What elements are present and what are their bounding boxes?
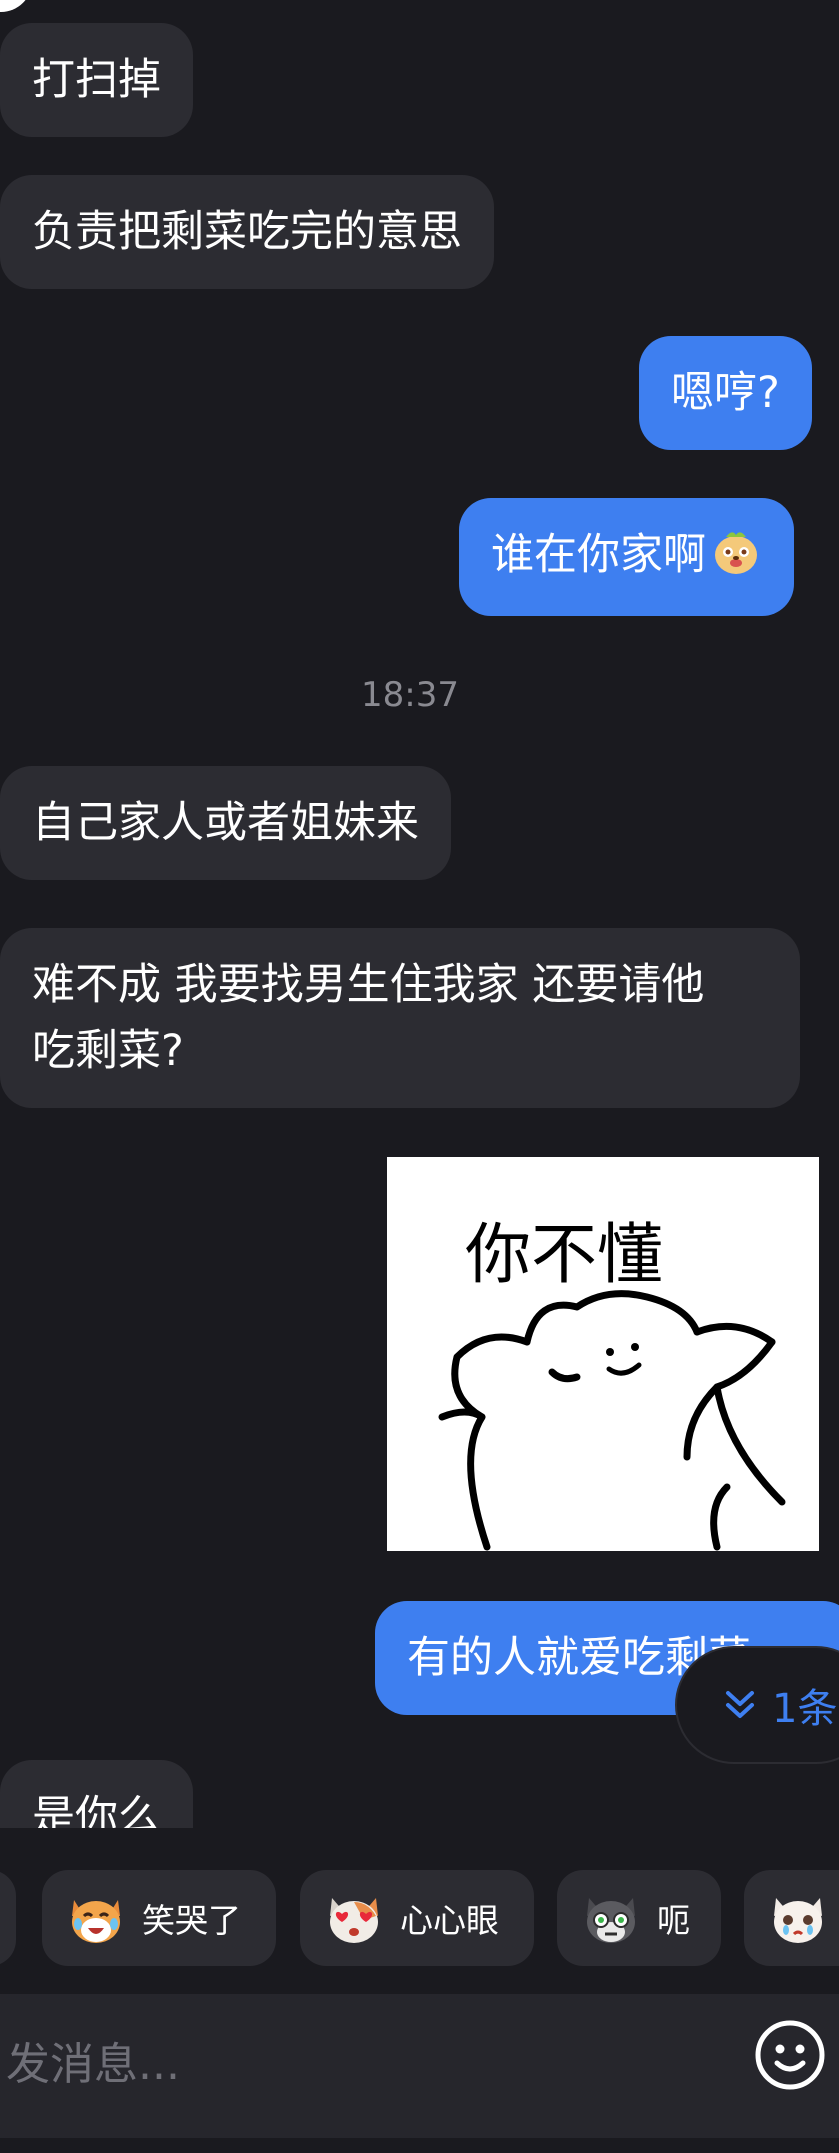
- quick-reply-chip[interactable]: 心心眼: [300, 1870, 534, 1966]
- laughing-crying-dog-icon: [72, 1900, 120, 1943]
- message-input[interactable]: 发消息...: [6, 2028, 180, 2092]
- quick-reply-label: 呃: [657, 1901, 690, 1940]
- message-text: 打扫掉: [32, 55, 161, 105]
- quick-reply-label: 笑哭了: [142, 1901, 241, 1940]
- message-clip-area: 是你么: [0, 1758, 839, 1828]
- message-bubble-incoming[interactable]: 负责把剩菜吃完的意思: [0, 175, 494, 289]
- quick-reply-chip[interactable]: [744, 1870, 839, 1966]
- avatar[interactable]: [0, 0, 32, 12]
- quick-reply-label: 心心眼: [400, 1901, 499, 1940]
- message-text: 嗯哼?: [671, 368, 780, 418]
- emoji-smile-icon[interactable]: [753, 2018, 827, 2092]
- message-bubble-incoming[interactable]: 打扫掉: [0, 23, 193, 137]
- chat-screen: 打扫掉 负责把剩菜吃完的意思 嗯哼? 谁在你家啊 18:37 自己家人或者姐妹来…: [0, 0, 839, 2153]
- message-bubble-outgoing[interactable]: 谁在你家啊: [459, 498, 794, 616]
- crying-cat-icon: [774, 1898, 822, 1943]
- new-messages-count: 1条: [772, 1686, 838, 1732]
- message-text-line: 难不成 我要找男生住我家 还要请他: [32, 960, 705, 1010]
- stunned-cat-icon: [587, 1898, 635, 1943]
- message-bubble-incoming[interactable]: 自己家人或者姐妹来: [0, 766, 451, 880]
- new-messages-jump-button[interactable]: 1条: [675, 1646, 839, 1764]
- message-text: 自己家人或者姐妹来: [32, 798, 419, 848]
- message-text: 谁在你家啊: [491, 530, 706, 580]
- sticker-caption: 你不懂: [465, 1216, 663, 1293]
- timestamp: 18:37: [361, 675, 459, 715]
- quick-reply-chip[interactable]: [0, 1870, 16, 1966]
- message-text: 负责把剩菜吃完的意思: [32, 207, 462, 257]
- heart-eyes-cat-icon: [330, 1898, 378, 1943]
- double-chevron-down-icon: [726, 1691, 754, 1718]
- puppy-face-emoji-icon: [715, 532, 757, 574]
- message-bubble-incoming[interactable]: 是你么: [0, 1760, 193, 1828]
- message-bubble-incoming[interactable]: 难不成 我要找男生住我家 还要请他 吃剩菜?: [0, 928, 800, 1108]
- message-text: 是你么: [32, 1792, 161, 1828]
- message-text-line: 吃剩菜?: [32, 1026, 184, 1076]
- quick-reply-bar: 笑哭了 心心眼 呃: [0, 1828, 839, 1988]
- quick-reply-chip[interactable]: 呃: [557, 1870, 721, 1966]
- quick-reply-chip[interactable]: 笑哭了: [42, 1870, 276, 1966]
- message-bubble-outgoing[interactable]: 嗯哼?: [639, 336, 812, 450]
- message-input-bar: 发消息...: [0, 1994, 839, 2138]
- sticker-cat-image: 你不懂: [438, 1216, 786, 1551]
- sticker-message[interactable]: 你不懂: [387, 1157, 819, 1551]
